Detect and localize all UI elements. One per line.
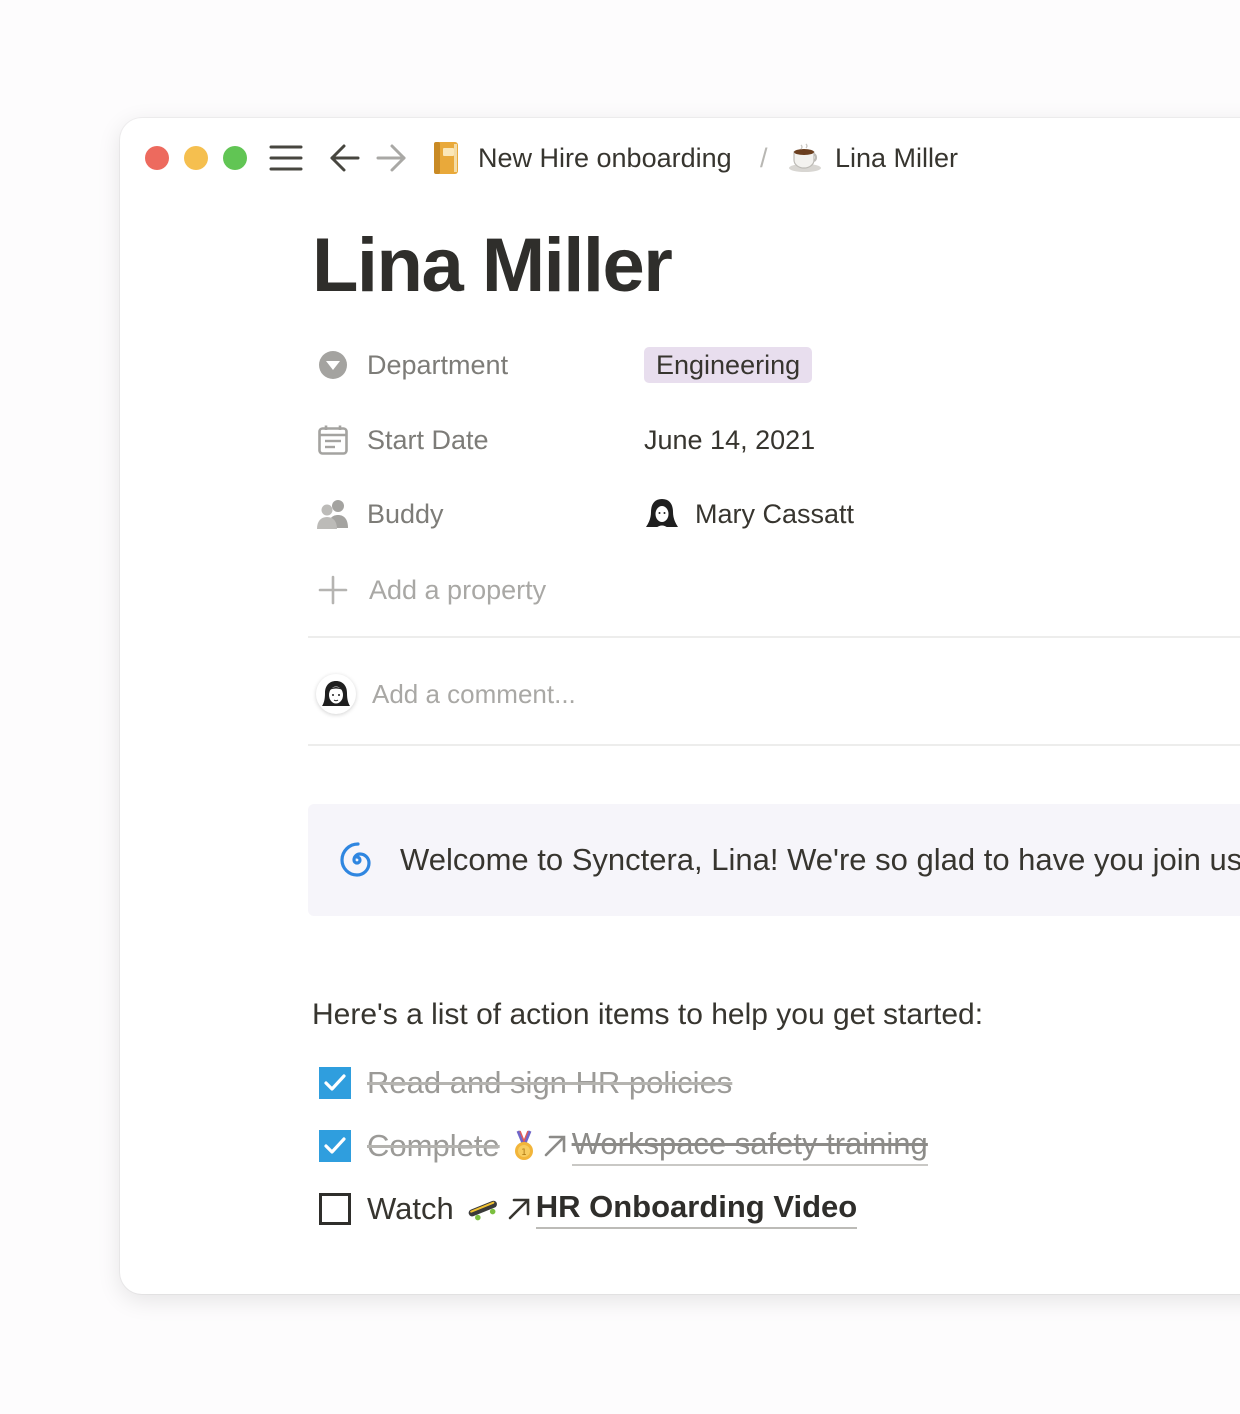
breadcrumb-lina-miller[interactable]: Lina Miller — [835, 138, 958, 178]
minimize-window-button[interactable] — [184, 146, 208, 170]
workspace-safety-training-link[interactable]: Workspace safety training — [571, 1126, 928, 1166]
page-title[interactable]: Lina Miller — [312, 218, 673, 314]
todo-text[interactable]: Complete 1 Workspace safety training — [367, 1126, 928, 1166]
add-property-label: Add a property — [369, 574, 547, 605]
notebook-icon — [428, 140, 464, 176]
todo-label: Complete — [367, 1128, 500, 1163]
close-window-button[interactable] — [145, 146, 169, 170]
callout-text: Welcome to Synctera, Lina! We're so glad… — [400, 842, 1240, 877]
property-buddy[interactable]: Buddy — [316, 489, 444, 539]
todo-label: Read and sign HR policies — [367, 1065, 733, 1100]
medal-icon: 1 — [512, 1130, 536, 1162]
comment-divider — [308, 744, 1240, 746]
property-value-start-date[interactable]: June 14, 2021 — [644, 415, 815, 465]
todo-item: Read and sign HR policies — [319, 1058, 732, 1108]
property-label: Department — [367, 349, 509, 380]
link-arrow-icon — [542, 1133, 568, 1159]
comment-input[interactable]: Add a comment... — [316, 666, 576, 722]
welcome-callout[interactable]: Welcome to Synctera, Lina! We're so glad… — [308, 804, 1240, 916]
user-avatar-icon — [316, 674, 356, 714]
add-property-button[interactable]: Add a property — [316, 565, 546, 615]
avatar-icon — [644, 496, 680, 532]
department-tag[interactable]: Engineering — [644, 347, 813, 383]
cyclone-emoji-icon — [338, 841, 376, 879]
buddy-name: Mary Cassatt — [695, 498, 855, 529]
breadcrumb-new-hire-onboarding[interactable]: New Hire onboarding — [478, 138, 732, 178]
breadcrumb-separator: / — [760, 142, 768, 173]
hamburger-menu-icon[interactable] — [268, 140, 304, 176]
coffee-cup-icon — [786, 140, 824, 176]
property-value-buddy[interactable]: Mary Cassatt — [644, 489, 854, 539]
select-chevron-icon — [316, 348, 350, 382]
arrow-left-icon[interactable] — [328, 140, 362, 176]
todo-label: Watch — [367, 1191, 454, 1226]
todo-item: Complete 1 Workspace safety training — [319, 1121, 928, 1171]
calendar-icon — [316, 423, 350, 457]
checkbox-checked[interactable] — [319, 1130, 351, 1162]
title-bar: New Hire onboarding / Lina Miller — [120, 118, 1240, 198]
list-intro: Here's a list of action items to help yo… — [312, 998, 984, 1031]
property-department[interactable]: Department — [316, 340, 508, 390]
plus-icon — [316, 573, 350, 607]
app-window: New Hire onboarding / Lina Miller Lina M… — [120, 118, 1240, 1294]
todo-item: Watch HR Onboarding Video — [319, 1184, 858, 1234]
checkbox-unchecked[interactable] — [319, 1193, 351, 1225]
property-start-date[interactable]: Start Date — [316, 415, 489, 465]
properties-divider — [308, 636, 1240, 638]
zoom-window-button[interactable] — [223, 146, 247, 170]
svg-text:1: 1 — [521, 1148, 527, 1158]
hr-onboarding-video-link[interactable]: HR Onboarding Video — [535, 1189, 858, 1229]
property-value-department[interactable]: Engineering — [644, 340, 813, 390]
people-icon — [316, 497, 350, 531]
comment-placeholder: Add a comment... — [372, 678, 576, 709]
property-label: Start Date — [367, 424, 489, 455]
skateboard-icon — [466, 1196, 500, 1222]
property-label: Buddy — [367, 498, 444, 529]
link-arrow-icon — [506, 1196, 532, 1222]
todo-text[interactable]: Read and sign HR policies — [367, 1065, 732, 1101]
checkbox-checked[interactable] — [319, 1067, 351, 1099]
arrow-right-icon[interactable] — [374, 140, 408, 176]
todo-text[interactable]: Watch HR Onboarding Video — [367, 1189, 858, 1229]
